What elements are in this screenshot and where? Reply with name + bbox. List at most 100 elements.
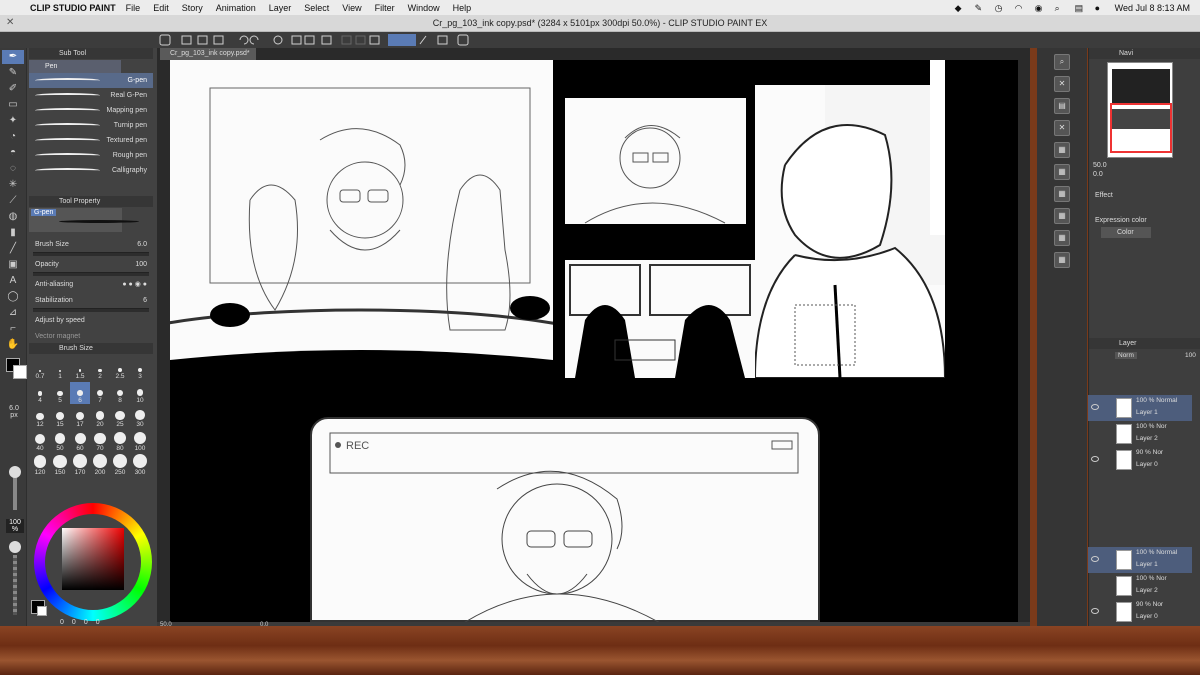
brush-size-option[interactable]: 1.5: [70, 358, 90, 380]
brush-size-option[interactable]: 17: [70, 406, 90, 428]
hand-tool-icon[interactable]: ✋: [2, 338, 24, 352]
brush-size-option[interactable]: 0.7: [30, 358, 50, 380]
expression-color-dropdown[interactable]: Color: [1101, 227, 1151, 238]
pen-tool-icon[interactable]: ✒: [2, 50, 24, 64]
brush-size-option[interactable]: 60: [70, 430, 90, 452]
size-slider-knob[interactable]: [9, 466, 21, 478]
brush-size-row[interactable]: Brush Size 6.0: [29, 236, 153, 252]
opacity-row[interactable]: Opacity 100: [29, 256, 153, 272]
panel-toggle-icon[interactable]: ▦: [1054, 142, 1070, 158]
siri-icon[interactable]: ●: [1095, 3, 1106, 13]
time-machine-icon[interactable]: ◷: [995, 3, 1006, 13]
layer-name[interactable]: Layer 1: [1136, 409, 1158, 416]
menu-view[interactable]: View: [342, 3, 361, 13]
menu-help[interactable]: Help: [453, 3, 472, 13]
decoration-tool-icon[interactable]: ✦: [2, 114, 24, 128]
sub-color-chip[interactable]: [37, 606, 47, 616]
brush-size-option[interactable]: 50: [50, 430, 70, 452]
brush-textured-pen[interactable]: Textured pen: [29, 133, 153, 148]
dropbox-icon[interactable]: ◆: [955, 3, 966, 13]
opacity-slider-track[interactable]: [13, 555, 17, 615]
color-wheel[interactable]: [34, 503, 152, 621]
brush-size-option[interactable]: 20: [90, 406, 110, 428]
comic-page[interactable]: REC: [170, 60, 1018, 622]
navigator-thumbnail[interactable]: [1107, 62, 1173, 158]
correct-line-icon[interactable]: ⌐: [2, 322, 24, 336]
brush-size-option[interactable]: 150: [50, 454, 70, 476]
brush-size-option[interactable]: 80: [110, 430, 130, 452]
sub-color-swatch[interactable]: [13, 365, 27, 379]
adjust-by-speed-row[interactable]: Adjust by speed: [29, 312, 153, 328]
menu-animation[interactable]: Animation: [216, 3, 256, 13]
search-layer-icon[interactable]: ⌕: [1054, 54, 1070, 70]
panel-toggle-icon[interactable]: ▦: [1054, 186, 1070, 202]
brush-size-option[interactable]: 70: [90, 430, 110, 452]
visibility-eye-icon[interactable]: [1091, 608, 1099, 614]
menubar-clock[interactable]: Wed Jul 8 8:13 AM: [1115, 3, 1190, 13]
fill-tool-icon[interactable]: ◓: [2, 146, 24, 160]
search-icon[interactable]: ⌕: [1055, 3, 1066, 13]
navigator-viewport[interactable]: [1110, 103, 1172, 153]
brush-size-option[interactable]: 10: [130, 382, 150, 404]
brush-real-g-pen[interactable]: Real G-Pen: [29, 88, 153, 103]
brush-mapping-pen[interactable]: Mapping pen: [29, 103, 153, 118]
brush-rough-pen[interactable]: Rough pen: [29, 148, 153, 163]
visibility-eye-icon[interactable]: [1091, 404, 1099, 410]
eraser-tool-icon[interactable]: ▭: [2, 98, 24, 112]
brush-size-option[interactable]: 4: [30, 382, 50, 404]
adjust-by-speed-label[interactable]: Adjust by speed: [35, 317, 85, 324]
ruler-tool-icon[interactable]: ⊿: [2, 306, 24, 320]
panel-toggle-icon[interactable]: ▦: [1054, 230, 1070, 246]
panel-toggle-icon[interactable]: ▤: [1054, 98, 1070, 114]
brush-size-option[interactable]: 2: [90, 358, 110, 380]
menu-select[interactable]: Select: [304, 3, 329, 13]
menu-file[interactable]: File: [126, 3, 141, 13]
brush-size-option[interactable]: 7: [90, 382, 110, 404]
layer-row[interactable]: 100 % Normal Layer 1: [1088, 547, 1192, 573]
eyedropper-icon[interactable]: ⟋: [2, 194, 24, 208]
brush-size-option[interactable]: 170: [70, 454, 90, 476]
layer-name[interactable]: Layer 1: [1136, 561, 1158, 568]
layer-name[interactable]: Layer 2: [1136, 587, 1158, 594]
bucket-icon[interactable]: ◍: [2, 210, 24, 224]
brush-size-value[interactable]: 6.0: [137, 241, 147, 248]
layer-name[interactable]: Layer 2: [1136, 435, 1158, 442]
pencil-tool-icon[interactable]: ✎: [2, 66, 24, 80]
brush-size-option[interactable]: 8: [110, 382, 130, 404]
brush-g-pen[interactable]: G-pen: [29, 73, 153, 88]
blend-mode-select[interactable]: Norm: [1115, 352, 1137, 359]
visibility-eye-icon[interactable]: [1091, 456, 1099, 462]
brush-size-option[interactable]: 3: [130, 358, 150, 380]
layer-row[interactable]: 100 % Normal Layer 1: [1088, 395, 1192, 421]
wifi-icon[interactable]: ◠: [1015, 3, 1026, 13]
layer-row[interactable]: 90 % Nor Layer 0: [1088, 447, 1192, 473]
brush-size-option[interactable]: 250: [110, 454, 130, 476]
brush-size-option[interactable]: 5: [50, 382, 70, 404]
stabilization-row[interactable]: Stabilization 6: [29, 292, 153, 308]
layer-name[interactable]: Layer 0: [1136, 461, 1158, 468]
saturation-value-square[interactable]: [62, 528, 124, 590]
navigator-angle[interactable]: 0.0: [1093, 171, 1200, 178]
brush-size-option[interactable]: 30: [130, 406, 150, 428]
panel-toggle-icon[interactable]: ▦: [1054, 164, 1070, 180]
balloon-tool-icon[interactable]: ◯: [2, 290, 24, 304]
menu-layer[interactable]: Layer: [269, 3, 292, 13]
panel-toggle-icon[interactable]: ✕: [1054, 76, 1070, 92]
layer-name[interactable]: Layer 0: [1136, 613, 1158, 620]
layer-opacity-value[interactable]: 100: [1185, 352, 1196, 359]
user-icon[interactable]: ◉: [1035, 3, 1046, 13]
brush-size-option[interactable]: 6: [70, 382, 90, 404]
brush-size-option[interactable]: 12: [30, 406, 50, 428]
brush-size-option[interactable]: 300: [130, 454, 150, 476]
anti-aliasing-options[interactable]: ● ● ◉ ●: [122, 280, 147, 288]
control-center-icon[interactable]: ▤: [1075, 3, 1086, 13]
text-tool-icon[interactable]: A: [2, 274, 24, 288]
menu-filter[interactable]: Filter: [375, 3, 395, 13]
layer-row[interactable]: 100 % Nor Layer 2: [1088, 573, 1192, 599]
document-tab[interactable]: Cr_pg_103_ink copy.psd*: [160, 48, 256, 60]
app-menu[interactable]: CLIP STUDIO PAINT: [30, 3, 116, 13]
brush-calligraphy[interactable]: Calligraphy: [29, 163, 153, 178]
lasso-tool-icon[interactable]: ◌: [2, 162, 24, 176]
panel-toggle-icon[interactable]: ▦: [1054, 252, 1070, 268]
blend-tool-icon[interactable]: ◔: [2, 130, 24, 144]
